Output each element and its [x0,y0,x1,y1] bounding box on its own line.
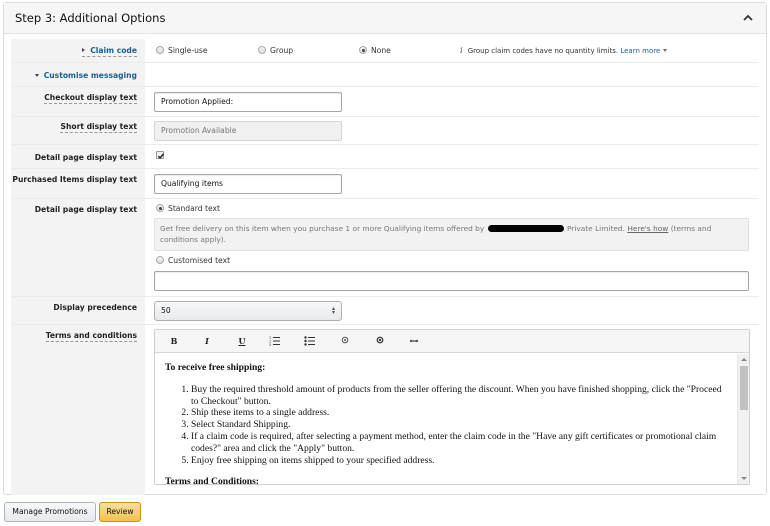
standard-text-label[interactable]: Standard text [168,204,220,213]
claim-code-none-label[interactable]: None [371,46,391,55]
purchased-items-input[interactable]: Qualifying items [154,174,342,194]
short-display-text-input[interactable]: Promotion Available [154,121,342,141]
customised-text-radio[interactable] [156,256,164,264]
caret-down-icon [663,49,668,52]
outdent-icon[interactable] [338,335,352,348]
detail-page-checkbox-label: Detail page display text [34,153,137,162]
customised-text-label[interactable]: Customised text [168,256,230,265]
terms-steps-list: Buy the required threshold amount of pro… [165,384,727,467]
claim-code-group-label[interactable]: Group [270,46,293,55]
italic-icon[interactable]: I [200,335,214,348]
short-display-text-row: Short display text Promotion Available [11,117,759,145]
display-precedence-select[interactable]: 50 ▴ ▾ [154,301,342,321]
checkout-display-text-label: Checkout display text [44,93,137,104]
purchased-items-row: Purchased Items display text Qualifying … [11,169,759,199]
terms-subheading: Terms and Conditions: [165,476,260,484]
chevron-up-icon[interactable] [742,12,754,24]
display-precedence-label: Display precedence [53,303,137,312]
standard-text-preview: Get free delivery on this item when you … [154,218,749,251]
detail-page-display-text-row: Detail page display text Standard text G… [11,199,759,297]
terms-and-conditions-label: Terms and conditions [45,331,137,342]
editor-body[interactable]: To receive free shipping: Buy the requir… [155,354,749,484]
claim-code-row: Claim code Single-use Group None i Group … [11,39,759,63]
customise-messaging-row: Customise messaging [11,63,759,87]
scroll-down-arrow-icon[interactable] [741,477,747,480]
checkout-display-text-row: Checkout display text Promotion Applied: [11,87,759,117]
detail-page-checkbox-row: Detail page display text [11,145,759,169]
claim-code-single-use-radio[interactable] [156,46,164,54]
terms-step: Select Standard Shipping. [191,419,727,431]
select-arrows-icon: ▴ ▾ [331,305,335,316]
claim-code-info: i Group claim codes have no quantity limi… [460,46,668,56]
panel-title: Step 3: Additional Options [15,11,166,25]
standard-text-radio[interactable] [156,204,164,212]
redacted-seller-name [487,225,564,232]
underline-icon[interactable]: U [235,335,249,348]
bullet-list-icon[interactable] [303,335,317,348]
review-button[interactable]: Review [99,502,141,522]
editor-scrollbar[interactable] [737,354,749,484]
panel-header[interactable]: Step 3: Additional Options [4,3,766,34]
terms-and-conditions-row: Terms and conditions B I U 123 To receiv… [11,325,759,495]
claim-code-group-radio[interactable] [258,46,266,54]
bold-icon[interactable]: B [167,335,181,348]
manage-promotions-button[interactable]: Manage Promotions [4,502,96,522]
learn-more-link[interactable]: Learn more [620,47,668,55]
detail-page-display-checkbox[interactable] [156,151,165,159]
terms-step: Enjoy free shipping on items shipped to … [191,455,727,467]
info-icon: i [460,46,463,56]
claim-code-none-radio[interactable] [359,46,367,54]
terms-editor: B I U 123 To receive free shipping: 1. B… [154,329,750,485]
detail-page-display-text-label: Detail page display text [34,205,137,214]
terms-step: If a claim code is required, after selec… [191,431,727,455]
caret-down-icon [34,74,39,77]
checkout-display-text-input[interactable]: Promotion Applied: [154,92,342,112]
indent-icon[interactable] [373,335,387,348]
additional-options-panel: Step 3: Additional Options Claim code Si… [3,2,767,495]
terms-step: Ship these items to a single address. [191,407,727,419]
claim-code-toggle[interactable]: Claim code [82,46,137,57]
display-precedence-row: Display precedence 50 ▴ ▾ [11,297,759,325]
caret-right-icon [82,48,86,52]
editor-toolbar: B I U 123 [155,330,749,353]
heres-how-link[interactable]: Here's how [627,224,668,233]
numbered-list-icon[interactable]: 123 [268,335,282,348]
terms-heading: To receive free shipping: [165,362,266,373]
checkmark-icon [157,153,165,159]
claim-code-single-use-label[interactable]: Single-use [168,46,208,55]
link-icon[interactable] [407,335,421,348]
svg-text:3: 3 [269,343,271,346]
short-display-text-label: Short display text [60,122,137,133]
scroll-up-arrow-icon[interactable] [741,358,747,361]
customised-text-input[interactable] [154,271,749,291]
scroll-thumb[interactable] [740,366,748,410]
customise-messaging-toggle[interactable]: Customise messaging [34,71,137,80]
purchased-items-label: Purchased Items display text [12,175,137,184]
terms-step: Buy the required threshold amount of pro… [191,384,727,408]
